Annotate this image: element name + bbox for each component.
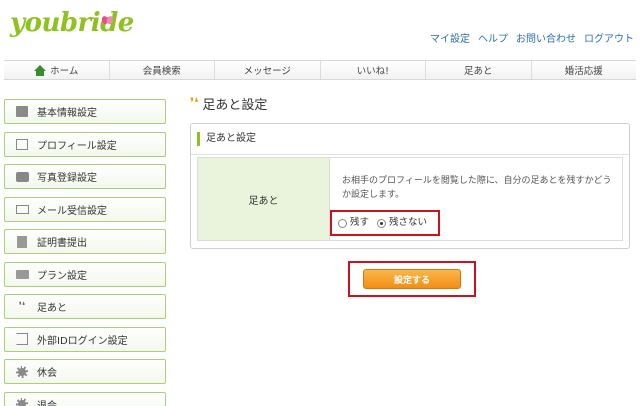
sidebar-item-mail[interactable]: メール受信設定 — [4, 196, 166, 222]
mail-icon — [15, 203, 29, 215]
page-title: ❜❛ 足あと設定 — [190, 93, 630, 113]
contact-link[interactable]: お問い合わせ — [516, 30, 576, 45]
main-content: ❜❛ 足あと設定 足あと設定 足あと お相手のプロフィールを閲覧した際に、自分の… — [190, 93, 630, 297]
camera-icon — [15, 171, 29, 183]
id-card-icon — [15, 106, 29, 118]
footprints-icon: ❜❛ — [18, 301, 26, 312]
tab-footprints[interactable]: 足あと — [425, 61, 531, 79]
sidebar-item-label: 外部IDログイン設定 — [37, 335, 128, 347]
tab-footprints-label: 足あと — [463, 66, 493, 77]
save-settings-button[interactable]: 設定する — [363, 269, 461, 289]
sidebar-item-label: 休会 — [37, 368, 57, 379]
submit-highlight: 設定する — [348, 261, 476, 297]
global-nav: ホーム 会員検索 メッセージ いいね! 足あと 婚活応援 — [4, 60, 636, 80]
tab-home-label: ホーム — [50, 66, 79, 77]
footprint-radio-group: 残す 残さない — [330, 210, 440, 236]
sidebar-item-label: メール受信設定 — [37, 205, 107, 217]
tab-likes-label: いいね! — [356, 66, 389, 77]
sidebar-item-pause[interactable]: 休会 — [4, 359, 166, 384]
sidebar-item-label: プロフィール設定 — [37, 140, 117, 152]
tab-likes[interactable]: いいね! — [319, 61, 426, 79]
settings-row: 足あと お相手のプロフィールを閲覧した際に、自分の足あとを残すかどうか設定します… — [197, 157, 623, 241]
flower-icon — [100, 14, 115, 25]
home-icon — [34, 64, 47, 76]
radio-leave-label: 残す — [350, 217, 370, 228]
radio-dont-leave-label: 残さない — [389, 217, 428, 228]
tab-home[interactable]: ホーム — [4, 61, 109, 79]
my-settings-link[interactable]: マイ設定 — [430, 30, 470, 45]
divider — [191, 154, 629, 155]
sidebar-item-external-login[interactable]: 外部IDログイン設定 — [4, 326, 166, 352]
tab-messages-label: メッセージ — [243, 66, 291, 77]
page-title-text: 足あと設定 — [202, 97, 268, 113]
tab-member-search-label: 会員検索 — [142, 66, 181, 77]
radio-option-leave[interactable]: 残す — [338, 216, 369, 230]
help-link[interactable]: ヘルプ — [478, 30, 508, 45]
sidebar-item-plan[interactable]: プラン設定 — [4, 261, 166, 287]
tab-messages[interactable]: メッセージ — [214, 61, 320, 79]
radio-leave[interactable] — [338, 218, 347, 228]
sidebar-item-withdraw[interactable]: 退会 — [4, 391, 166, 406]
footprint-settings-panel: 足あと設定 足あと お相手のプロフィールを閲覧した際に、自分の足あとを残すかどう… — [190, 123, 630, 249]
top-links: マイ設定 ヘルプ お問い合わせ ログアウト — [430, 30, 634, 45]
tab-konkatsu-support-label: 婚活応援 — [564, 66, 603, 77]
sidebar-item-label: 退会 — [37, 400, 57, 406]
sidebar-item-photo[interactable]: 写真登録設定 — [4, 164, 166, 189]
footprints-icon: ❜❛ — [190, 95, 199, 111]
gear-icon — [15, 398, 29, 406]
tab-konkatsu-support[interactable]: 婚活応援 — [530, 61, 637, 79]
setting-description: お相手のプロフィールを閲覧した際に、自分の足あとを残すかどうか設定します。 — [342, 176, 612, 200]
sidebar-item-profile[interactable]: プロフィール設定 — [4, 131, 166, 157]
edit-icon — [15, 138, 29, 150]
row-label: 足あと — [198, 158, 330, 240]
document-icon — [15, 235, 29, 248]
sidebar-item-basic-info[interactable]: 基本情報設定 — [4, 99, 166, 124]
login-icon — [15, 333, 29, 345]
youbride-logo[interactable]: youbride — [10, 8, 134, 38]
panel-heading: 足あと設定 — [197, 132, 256, 146]
radio-dont-leave[interactable] — [377, 218, 387, 228]
sidebar-item-footprints[interactable]: ❜❛ 足あと — [4, 294, 166, 319]
sidebar-item-label: プラン設定 — [37, 270, 87, 282]
radio-option-dont-leave[interactable]: 残さない — [377, 216, 427, 230]
tab-member-search[interactable]: 会員検索 — [108, 61, 215, 79]
settings-sidebar: 基本情報設定 プロフィール設定 写真登録設定 メール受信設定 証明書提出 プラン… — [4, 99, 166, 406]
sidebar-item-label: 基本情報設定 — [37, 108, 97, 119]
gear-icon — [15, 365, 29, 378]
card-icon — [15, 268, 29, 280]
sidebar-item-label: 写真登録設定 — [37, 173, 97, 184]
sidebar-item-label: 証明書提出 — [37, 238, 87, 249]
logout-link[interactable]: ログアウト — [584, 30, 634, 45]
sidebar-item-label: 足あと — [37, 303, 67, 314]
row-body: お相手のプロフィールを閲覧した際に、自分の足あとを残すかどうか設定します。 残す… — [330, 158, 622, 240]
sidebar-item-certificate[interactable]: 証明書提出 — [4, 229, 166, 254]
